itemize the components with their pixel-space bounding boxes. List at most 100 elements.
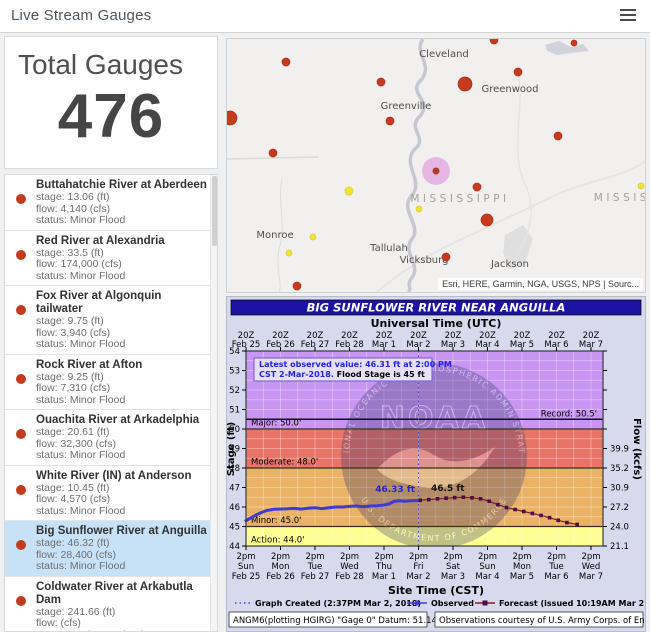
gauge-marker-red[interactable] <box>458 77 472 91</box>
svg-text:Graph Created (2:37PM Mar 2, 2: Graph Created (2:37PM Mar 2, 2018) <box>255 599 421 608</box>
cst-day-tick: Wed <box>340 562 359 572</box>
cst-day-tick: Mon <box>272 562 290 572</box>
gauge-status-icon <box>16 374 26 384</box>
map-attribution: Esri, HERE, Garmin, NGA, USGS, NPS | Sou… <box>438 278 643 290</box>
gauge-marker-red[interactable] <box>473 183 481 191</box>
forecast-point <box>505 506 509 510</box>
city-label: Tallulah <box>369 243 408 254</box>
cst-time-tick: 2pm <box>581 552 600 562</box>
gauge-marker-red[interactable] <box>293 282 301 290</box>
cst-date-tick: Feb 28 <box>335 572 364 582</box>
list-item[interactable]: Coldwater River at Arkabutla Dam stage: … <box>5 577 217 632</box>
flow-tick-label: 39.9 <box>610 445 629 455</box>
gauge-status-icon <box>16 194 26 204</box>
gauge-marker-red[interactable] <box>282 58 290 66</box>
list-item[interactable]: Ouachita River at Arkadelphia stage: 20.… <box>5 410 217 466</box>
gauge-marker-yellow[interactable] <box>310 234 316 240</box>
scrollbar-thumb[interactable] <box>212 176 217 246</box>
gauge-marker-red[interactable] <box>554 132 562 140</box>
gauge-marker-red[interactable] <box>386 117 394 125</box>
cst-time-tick: 2pm <box>409 552 428 562</box>
list-item[interactable]: White River (IN) at Anderson stage: 10.4… <box>5 466 217 522</box>
cst-date-tick: Mar 4 <box>475 572 499 582</box>
gauge-marker-yellow[interactable] <box>638 183 644 189</box>
gauge-marker-red[interactable] <box>377 78 385 86</box>
forecast-point <box>522 510 526 514</box>
total-gauges-card: Total Gauges 476 <box>4 36 218 169</box>
total-gauges-value: 476 <box>5 81 217 152</box>
forecast-point <box>479 497 483 501</box>
gauge-name: White River (IN) at Anderson <box>36 470 191 483</box>
gauge-marker-red[interactable] <box>514 68 522 76</box>
gauge-status: status: Minor Flood <box>36 395 142 407</box>
stage-tick-label: 51 <box>229 406 240 416</box>
gauge-stage: stage: 46.32 (ft) <box>36 538 207 550</box>
gauge-list: Buttahatchie River at Aberdeen stage: 13… <box>4 174 218 632</box>
selected-gauge-marker[interactable] <box>433 168 440 175</box>
list-item[interactable]: Red River at Alexandria stage: 33.5 (ft)… <box>5 231 217 287</box>
cst-time-tick: 2pm <box>305 552 324 562</box>
utc-axis-label: Universal Time (UTC) <box>371 317 502 330</box>
gauge-name: Coldwater River at Arkabutla Dam <box>36 581 209 607</box>
gauge-marker-yellow[interactable] <box>286 250 292 256</box>
gauge-name: Fox River at Algonquin tailwater <box>36 290 209 316</box>
flow-axis-title: Flow (kcfs) <box>631 418 642 480</box>
forecast-point <box>539 514 543 518</box>
gauge-marker-red[interactable] <box>269 149 277 157</box>
gauge-marker-red[interactable] <box>442 253 450 261</box>
app-header: Live Stream Gauges <box>0 0 650 33</box>
page-title: Live Stream Gauges <box>11 7 151 24</box>
cst-day-tick: Sat <box>446 562 461 572</box>
flow-tick-label: 35.2 <box>610 464 629 474</box>
gauge-status: status: Minor Flood <box>36 215 207 227</box>
list-item[interactable]: Rock River at Afton stage: 9.25 (ft) flo… <box>5 355 217 411</box>
cst-time-tick: 2pm <box>443 552 462 562</box>
gauge-status-icon <box>16 429 26 439</box>
gauge-marker-yellow[interactable] <box>345 187 353 195</box>
map-panel[interactable]: MISSISSIPPIMISSISSClevelandGreenvilleGre… <box>226 38 646 293</box>
cst-time-tick: 2pm <box>512 552 531 562</box>
gauge-marker-red[interactable] <box>490 39 498 44</box>
forecast-peak-label: 46.5 ft <box>431 484 465 494</box>
city-label: Greenville <box>381 101 432 112</box>
hydrograph-canvas: BIG SUNFLOWER RIVER NEAR ANGUILLA Univers… <box>227 297 645 632</box>
cst-axis-label: Site Time (CST) <box>388 584 484 597</box>
gauge-name: Red River at Alexandria <box>36 235 165 248</box>
gauge-marker-red[interactable] <box>481 214 493 226</box>
flow-tick-label: 24.0 <box>610 523 629 533</box>
cst-day-tick: Sun <box>238 562 254 572</box>
gauge-marker-red[interactable] <box>571 40 577 46</box>
cst-date-tick: Feb 25 <box>232 572 261 582</box>
svg-text:Observations courtesy of U.S.: Observations courtesy of U.S. Army Corps… <box>439 616 645 626</box>
cst-date-tick: Mar 2 <box>406 572 430 582</box>
list-scrollbar[interactable] <box>210 175 217 631</box>
cst-time-tick: 2pm <box>547 552 566 562</box>
zone-label: Moderate: 48.0' <box>251 458 318 468</box>
forecast-point <box>427 498 431 502</box>
list-item[interactable]: Buttahatchie River at Aberdeen stage: 13… <box>5 175 217 231</box>
cst-day-tick: Sun <box>479 562 495 572</box>
state-label: MISSISS <box>594 192 645 204</box>
hamburger-icon <box>620 9 636 11</box>
flow-tick-label: 27.2 <box>610 503 629 513</box>
gauge-status: status: Minor Flood <box>36 561 207 573</box>
list-item[interactable]: Fox River at Algonquin tailwater stage: … <box>5 286 217 355</box>
gauge-stage: stage: 9.75 (ft) <box>36 316 209 328</box>
cst-date-tick: Mar 6 <box>544 572 568 582</box>
chart-title: BIG SUNFLOWER RIVER NEAR ANGUILLA <box>307 301 566 315</box>
svg-text:CST 2-Mar-2018. Flood Stage is: CST 2-Mar-2018. Flood Stage is 45 ft <box>259 370 425 379</box>
forecast-point <box>548 516 552 520</box>
gauge-status: status: Minor Flood <box>36 271 165 283</box>
city-label: Jackson <box>490 259 529 270</box>
menu-button[interactable] <box>617 7 639 25</box>
list-item[interactable]: Big Sunflower River at Anguilla stage: 4… <box>5 521 217 577</box>
map-canvas[interactable]: MISSISSIPPIMISSISSClevelandGreenvilleGre… <box>227 39 645 293</box>
cst-time-tick: 2pm <box>478 552 497 562</box>
gauge-marker-yellow[interactable] <box>416 206 422 212</box>
cst-time-tick: 2pm <box>340 552 359 562</box>
gauge-flow: flow: 174,000 (cfs) <box>36 259 165 271</box>
city-label: Greenwood <box>481 84 538 95</box>
gauge-stage: stage: 20.61 (ft) <box>36 427 199 439</box>
cst-day-tick: Mon <box>513 562 531 572</box>
gauge-flow: flow: 4,570 (cfs) <box>36 494 191 506</box>
